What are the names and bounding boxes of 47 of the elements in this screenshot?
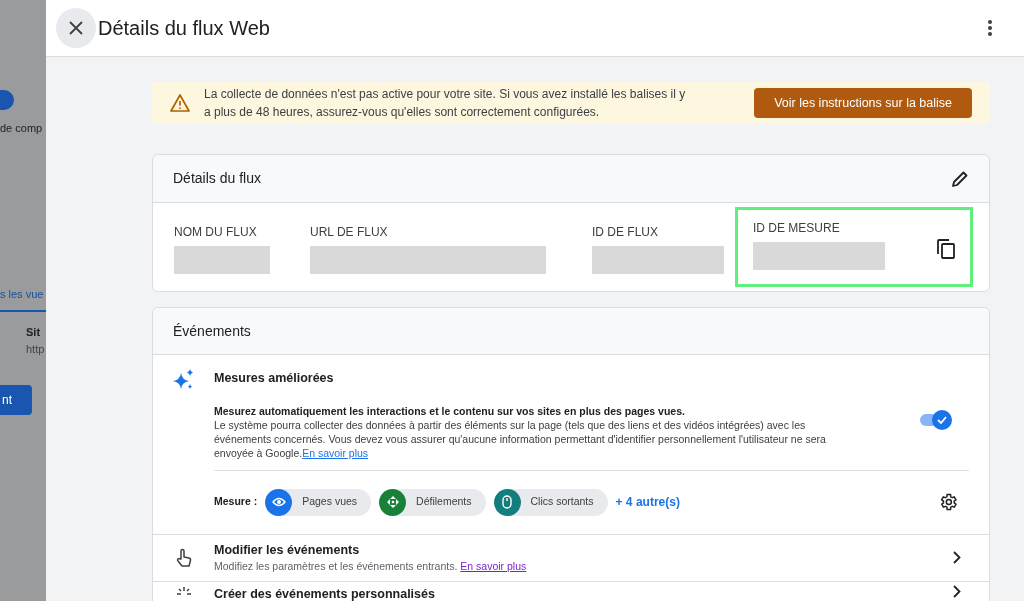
event-chip[interactable]: Clics sortants xyxy=(493,488,608,516)
field-label: ID DE MESURE xyxy=(753,220,841,237)
warning-icon xyxy=(170,94,190,112)
mouse-icon xyxy=(502,495,512,510)
eye-icon xyxy=(271,497,286,508)
toggle-switch[interactable] xyxy=(920,409,952,430)
warning-message: La collecte de données n'est pas active pour votre site. Si vous avez installé les balises il y a plus de 48 heures, assurez-vous qu'elles sont correctement configurées. xyxy=(204,86,687,121)
copy-icon[interactable] xyxy=(937,239,955,259)
card-title: Événements xyxy=(173,321,251,341)
row-title: Modifier les événements xyxy=(214,541,361,559)
chevron-right-icon xyxy=(953,584,961,598)
background-site-url: http xyxy=(26,342,45,357)
background-check-icon xyxy=(0,90,14,110)
background-tab-label: s les vue xyxy=(0,287,44,302)
list-row[interactable]: Modifier les événements Modifiez les paramètres et les événements entrants. En savoir plus xyxy=(153,534,989,582)
chip-label: Pages vues xyxy=(302,494,358,510)
row-title: Créer des événements personnalisés xyxy=(214,585,436,601)
chevron-right-icon xyxy=(953,551,961,565)
learn-more-link[interactable]: En savoir plus xyxy=(460,560,527,573)
more-events-link[interactable]: + 4 autre(s) xyxy=(615,493,680,512)
field-label: URL DE FLUX xyxy=(310,223,389,241)
field-label: NOM DU FLUX xyxy=(174,223,258,241)
instructions-button[interactable]: Voir les instructions sur la balise xyxy=(754,88,972,118)
background-site-name: Sit xyxy=(26,325,41,340)
description-lead: Mesurez automatiquement les interactions et le contenu sur vos sites en plus des pages vues. xyxy=(214,403,686,418)
event-chip[interactable]: Pages vues xyxy=(265,488,372,516)
chip-label: Clics sortants xyxy=(530,494,594,510)
section-title: Mesures améliorées xyxy=(214,370,335,387)
background-text: de comp xyxy=(0,121,43,136)
card-title: Détails du flux xyxy=(173,169,261,188)
list-row[interactable]: Créer des événements personnalisés xyxy=(153,581,989,601)
row-subtitle: Modifiez les paramètres et les événements entrants. En savoir plus xyxy=(214,559,528,575)
edit-icon[interactable] xyxy=(951,169,969,188)
description-text: Le système pourra collecter des données à partir des éléments sur la page (tels que des liens et des vidéos intégrées) avec les événements concernés. Vous devez vous assurer qu'aucune information permettant d'identifier personnellement l'utilisateur ne sera envoyée à Google.En savoir plus xyxy=(214,417,827,460)
hand-pointer-icon xyxy=(175,547,193,568)
chip-label: Défilements xyxy=(416,494,472,510)
panel-title: Détails du flux Web xyxy=(98,16,270,41)
check-icon xyxy=(937,415,947,424)
close-icon xyxy=(69,21,83,35)
settings-icon[interactable] xyxy=(938,492,958,513)
close-button[interactable] xyxy=(56,8,96,48)
measure-label: Mesure : xyxy=(214,494,258,510)
sparkle-icon xyxy=(173,369,195,391)
learn-more-link[interactable]: En savoir plus xyxy=(302,446,369,459)
field-label: ID DE FLUX xyxy=(592,223,659,241)
event-chip[interactable]: Défilements xyxy=(379,488,486,516)
move-icon xyxy=(385,495,400,510)
